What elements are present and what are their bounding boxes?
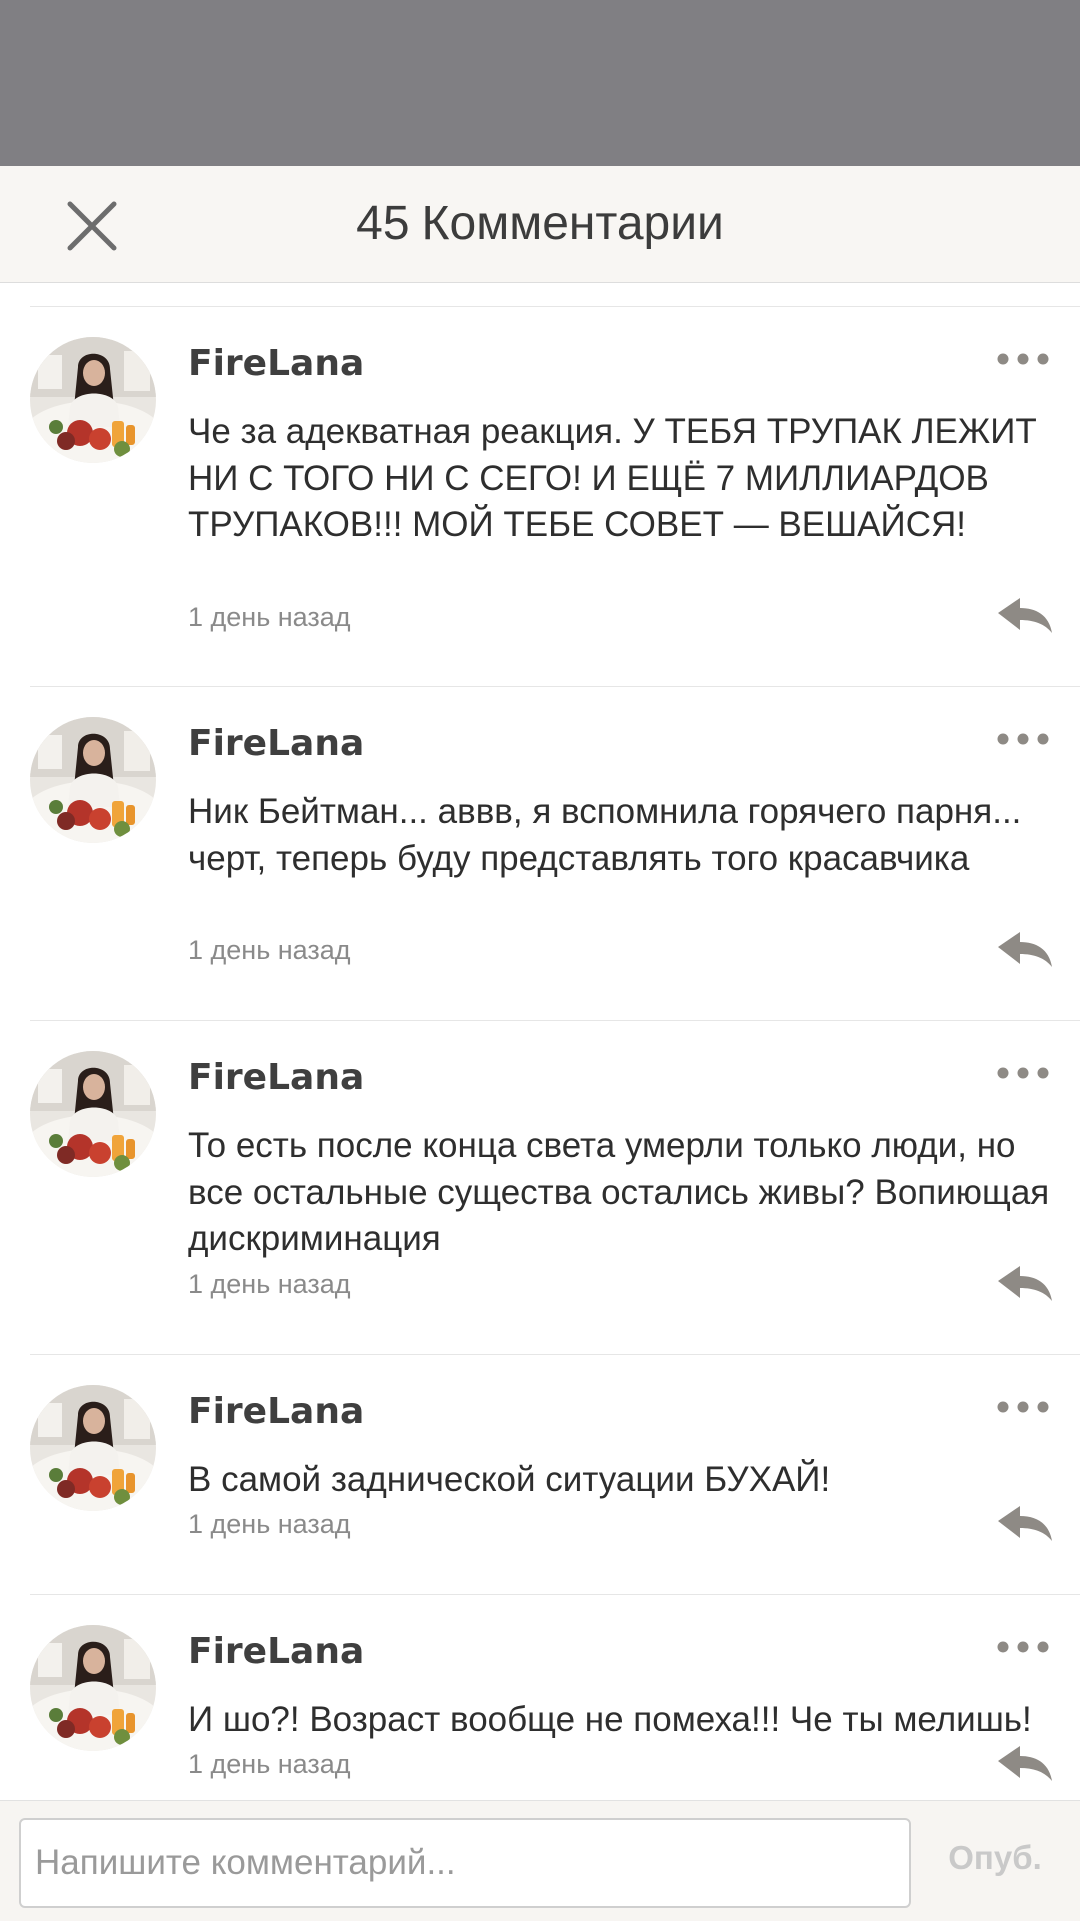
comment-input[interactable] bbox=[19, 1818, 911, 1908]
publish-button[interactable]: Опуб. bbox=[930, 1839, 1060, 1877]
comment-item: FireLana И шо?! Возраст вообще не помеха… bbox=[0, 1595, 1080, 1800]
comment-author[interactable]: FireLana bbox=[188, 1057, 364, 1098]
avatar-photo bbox=[30, 1051, 156, 1177]
comment-count: 45 bbox=[356, 197, 410, 250]
comment-text: То есть после конца света умерли только … bbox=[188, 1126, 1050, 1258]
reply-button[interactable] bbox=[996, 1265, 1054, 1305]
more-icon bbox=[997, 1401, 1049, 1413]
comments-list[interactable]: FireLana Че за адекватная реакция. У ТЕБ… bbox=[0, 283, 1080, 1800]
reply-icon bbox=[998, 932, 1052, 967]
reply-icon bbox=[998, 1506, 1052, 1541]
avatar-photo bbox=[30, 337, 156, 463]
reply-button[interactable] bbox=[996, 1745, 1054, 1785]
avatar-photo bbox=[30, 1625, 156, 1751]
comment-timestamp: 1 день назад bbox=[188, 1509, 351, 1539]
comment-text: И шо?! Возраст вообще не помеха!!! Че ты… bbox=[188, 1700, 1032, 1739]
avatar[interactable] bbox=[30, 1625, 156, 1751]
comment-text: В самой заднической ситуации БУХАЙ! bbox=[188, 1460, 831, 1499]
avatar[interactable] bbox=[30, 1385, 156, 1511]
comment-item: FireLana Че за адекватная реакция. У ТЕБ… bbox=[0, 307, 1080, 687]
comment-composer: Опуб. bbox=[0, 1800, 1080, 1921]
avatar[interactable] bbox=[30, 337, 156, 463]
avatar[interactable] bbox=[30, 1051, 156, 1177]
reply-icon bbox=[998, 1266, 1052, 1301]
avatar-photo bbox=[30, 717, 156, 843]
more-options-button[interactable] bbox=[996, 1061, 1050, 1085]
more-options-button[interactable] bbox=[996, 1635, 1050, 1659]
more-options-button[interactable] bbox=[996, 1395, 1050, 1419]
reply-icon bbox=[998, 598, 1052, 633]
reply-button[interactable] bbox=[996, 1505, 1054, 1545]
avatar[interactable] bbox=[30, 717, 156, 843]
comment-timestamp: 1 день назад bbox=[188, 602, 351, 632]
comment-author[interactable]: FireLana bbox=[188, 1631, 364, 1672]
comment-text: Ник Бейтман... аввв, я вспомнила горячег… bbox=[188, 792, 1022, 878]
comment-author[interactable]: FireLana bbox=[188, 723, 364, 764]
more-options-button[interactable] bbox=[996, 727, 1050, 751]
comment-author[interactable]: FireLana bbox=[188, 343, 364, 384]
reply-icon bbox=[998, 1746, 1052, 1781]
comment-item: FireLana В самой заднической ситуации БУ… bbox=[0, 1355, 1080, 1595]
comment-timestamp: 1 день назад bbox=[188, 1749, 351, 1779]
reply-button[interactable] bbox=[996, 597, 1054, 637]
comment-author[interactable]: FireLana bbox=[188, 1391, 364, 1432]
more-icon bbox=[997, 1067, 1049, 1079]
page-title-label: Комментарии bbox=[421, 197, 724, 250]
avatar-photo bbox=[30, 1385, 156, 1511]
comment-timestamp: 1 день назад bbox=[188, 935, 351, 965]
more-icon bbox=[997, 353, 1049, 365]
comment-item: FireLana То есть после конца света умерл… bbox=[0, 1021, 1080, 1355]
comments-header: 45 Комментарии bbox=[0, 166, 1080, 283]
more-icon bbox=[997, 733, 1049, 745]
comment-text: Че за адекватная реакция. У ТЕБЯ ТРУПАК … bbox=[188, 412, 1037, 544]
more-icon bbox=[997, 1641, 1049, 1653]
comment-item: FireLana Ник Бейтман... аввв, я вспомнил… bbox=[0, 687, 1080, 1021]
more-options-button[interactable] bbox=[996, 347, 1050, 371]
page-title: 45 Комментарии bbox=[0, 196, 1080, 251]
comment-timestamp: 1 день назад bbox=[188, 1269, 351, 1299]
dimmed-background-overlay[interactable] bbox=[0, 0, 1080, 166]
reply-button[interactable] bbox=[996, 931, 1054, 971]
